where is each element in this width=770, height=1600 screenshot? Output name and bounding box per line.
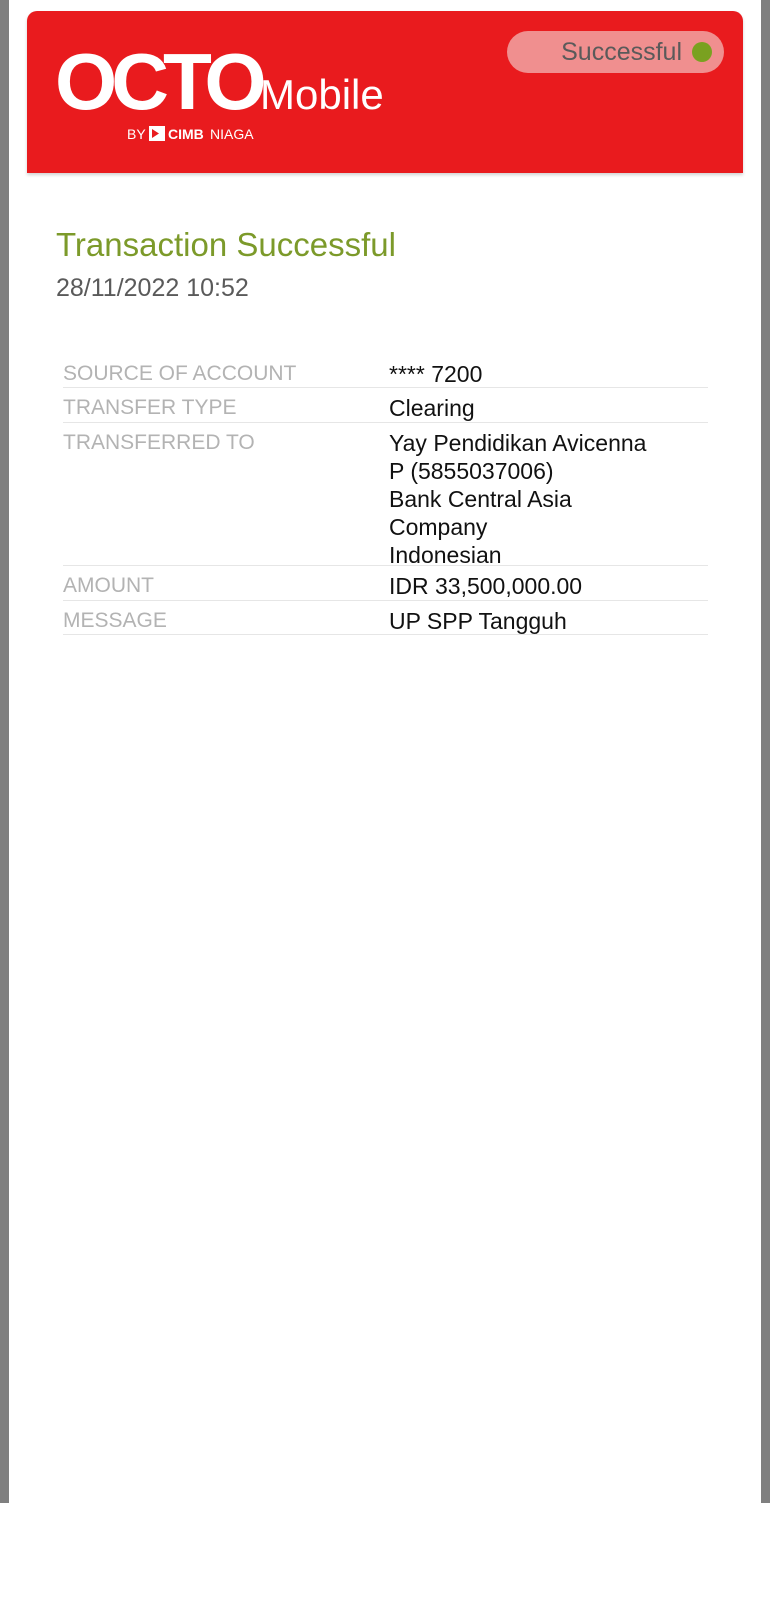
recipient-name-line-2: P (5855037006) bbox=[389, 458, 554, 484]
status-badge: Successful bbox=[507, 31, 724, 73]
screen-border-left bbox=[0, 0, 9, 1503]
recipient-type-line: Company bbox=[389, 514, 488, 540]
transaction-details-table: SOURCE OF ACCOUNT **** 7200 TRANSFER TYP… bbox=[63, 358, 708, 635]
app-header: OCTO Mobile BY CIMB NIAGA Successful bbox=[27, 11, 743, 173]
detail-label-transferred-to: TRANSFERRED TO bbox=[63, 431, 255, 454]
detail-label-transfer-type: TRANSFER TYPE bbox=[63, 396, 237, 419]
recipient-nationality-line: Indonesian bbox=[389, 542, 502, 568]
detail-label-message: MESSAGE bbox=[63, 609, 167, 632]
cimb-chevron-icon bbox=[149, 126, 165, 141]
detail-row-transfer-type: TRANSFER TYPE Clearing bbox=[63, 388, 708, 423]
logo-niaga-text: NIAGA bbox=[210, 126, 254, 142]
status-badge-label: Successful bbox=[561, 37, 682, 66]
detail-row-source: SOURCE OF ACCOUNT **** 7200 bbox=[63, 358, 708, 388]
screen-border-right bbox=[761, 0, 770, 1503]
transaction-datetime: 28/11/2022 10:52 bbox=[56, 274, 249, 302]
detail-value-transfer-type: Clearing bbox=[389, 395, 475, 421]
detail-label-source: SOURCE OF ACCOUNT bbox=[63, 362, 297, 385]
recipient-name-line-1: Yay Pendidikan Avicenna bbox=[389, 430, 647, 456]
transaction-title: Transaction Successful bbox=[56, 226, 396, 263]
detail-value-source: **** 7200 bbox=[389, 361, 483, 387]
detail-row-amount: AMOUNT IDR 33,500,000.00 bbox=[63, 566, 708, 601]
status-dot-icon bbox=[692, 42, 712, 62]
logo-by-text: BY bbox=[127, 126, 146, 142]
detail-label-amount: AMOUNT bbox=[63, 574, 154, 597]
logo-mobile-text: Mobile bbox=[260, 71, 384, 118]
recipient-bank-line: Bank Central Asia bbox=[389, 486, 572, 512]
octo-mobile-logo: OCTO Mobile BY CIMB NIAGA bbox=[55, 41, 384, 142]
detail-row-message: MESSAGE UP SPP Tangguh bbox=[63, 601, 708, 635]
detail-row-transferred-to: TRANSFERRED TO Yay Pendidikan Avicenna P… bbox=[63, 423, 708, 568]
logo-cimb-text: CIMB bbox=[168, 126, 204, 142]
logo-octo-text: OCTO bbox=[55, 41, 263, 126]
detail-value-message: UP SPP Tangguh bbox=[389, 608, 567, 634]
detail-value-amount: IDR 33,500,000.00 bbox=[389, 573, 583, 599]
detail-value-transferred-to: Yay Pendidikan Avicenna P (5855037006) B… bbox=[389, 427, 708, 568]
